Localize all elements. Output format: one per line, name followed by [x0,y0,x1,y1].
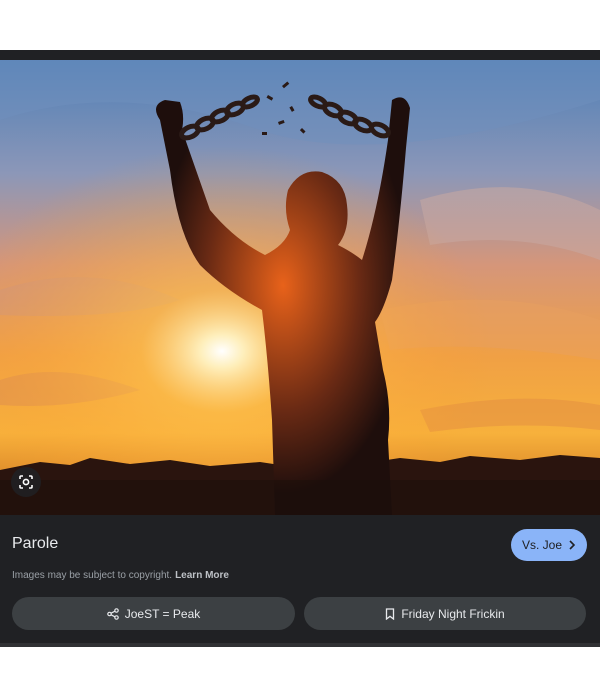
header-bar [0,50,600,60]
save-label: Friday Night Frickin [401,606,505,621]
top-margin [0,0,600,50]
share-button[interactable]: JoeST = Peak [12,597,295,630]
learn-more-link[interactable]: Learn More [175,570,229,581]
chevron-right-icon [568,540,576,550]
lens-icon [18,474,34,490]
page-title[interactable]: Parole [12,533,58,555]
save-button[interactable]: Friday Night Frickin [304,597,586,630]
lens-search-button[interactable] [11,467,41,497]
copyright-text: Images may be subject to copyright. [12,570,173,581]
bottom-margin [0,647,600,700]
bookmark-icon [385,607,395,620]
share-icon [106,607,119,620]
visit-label: Vs. Joe [521,538,563,552]
visit-button[interactable]: Vs. Joe [511,529,587,561]
result-image [0,60,600,515]
copyright-notice: Images may be subject to copyright. Learn… [12,569,229,583]
share-label: JoeST = Peak [124,606,201,621]
image-viewer[interactable] [0,60,600,515]
